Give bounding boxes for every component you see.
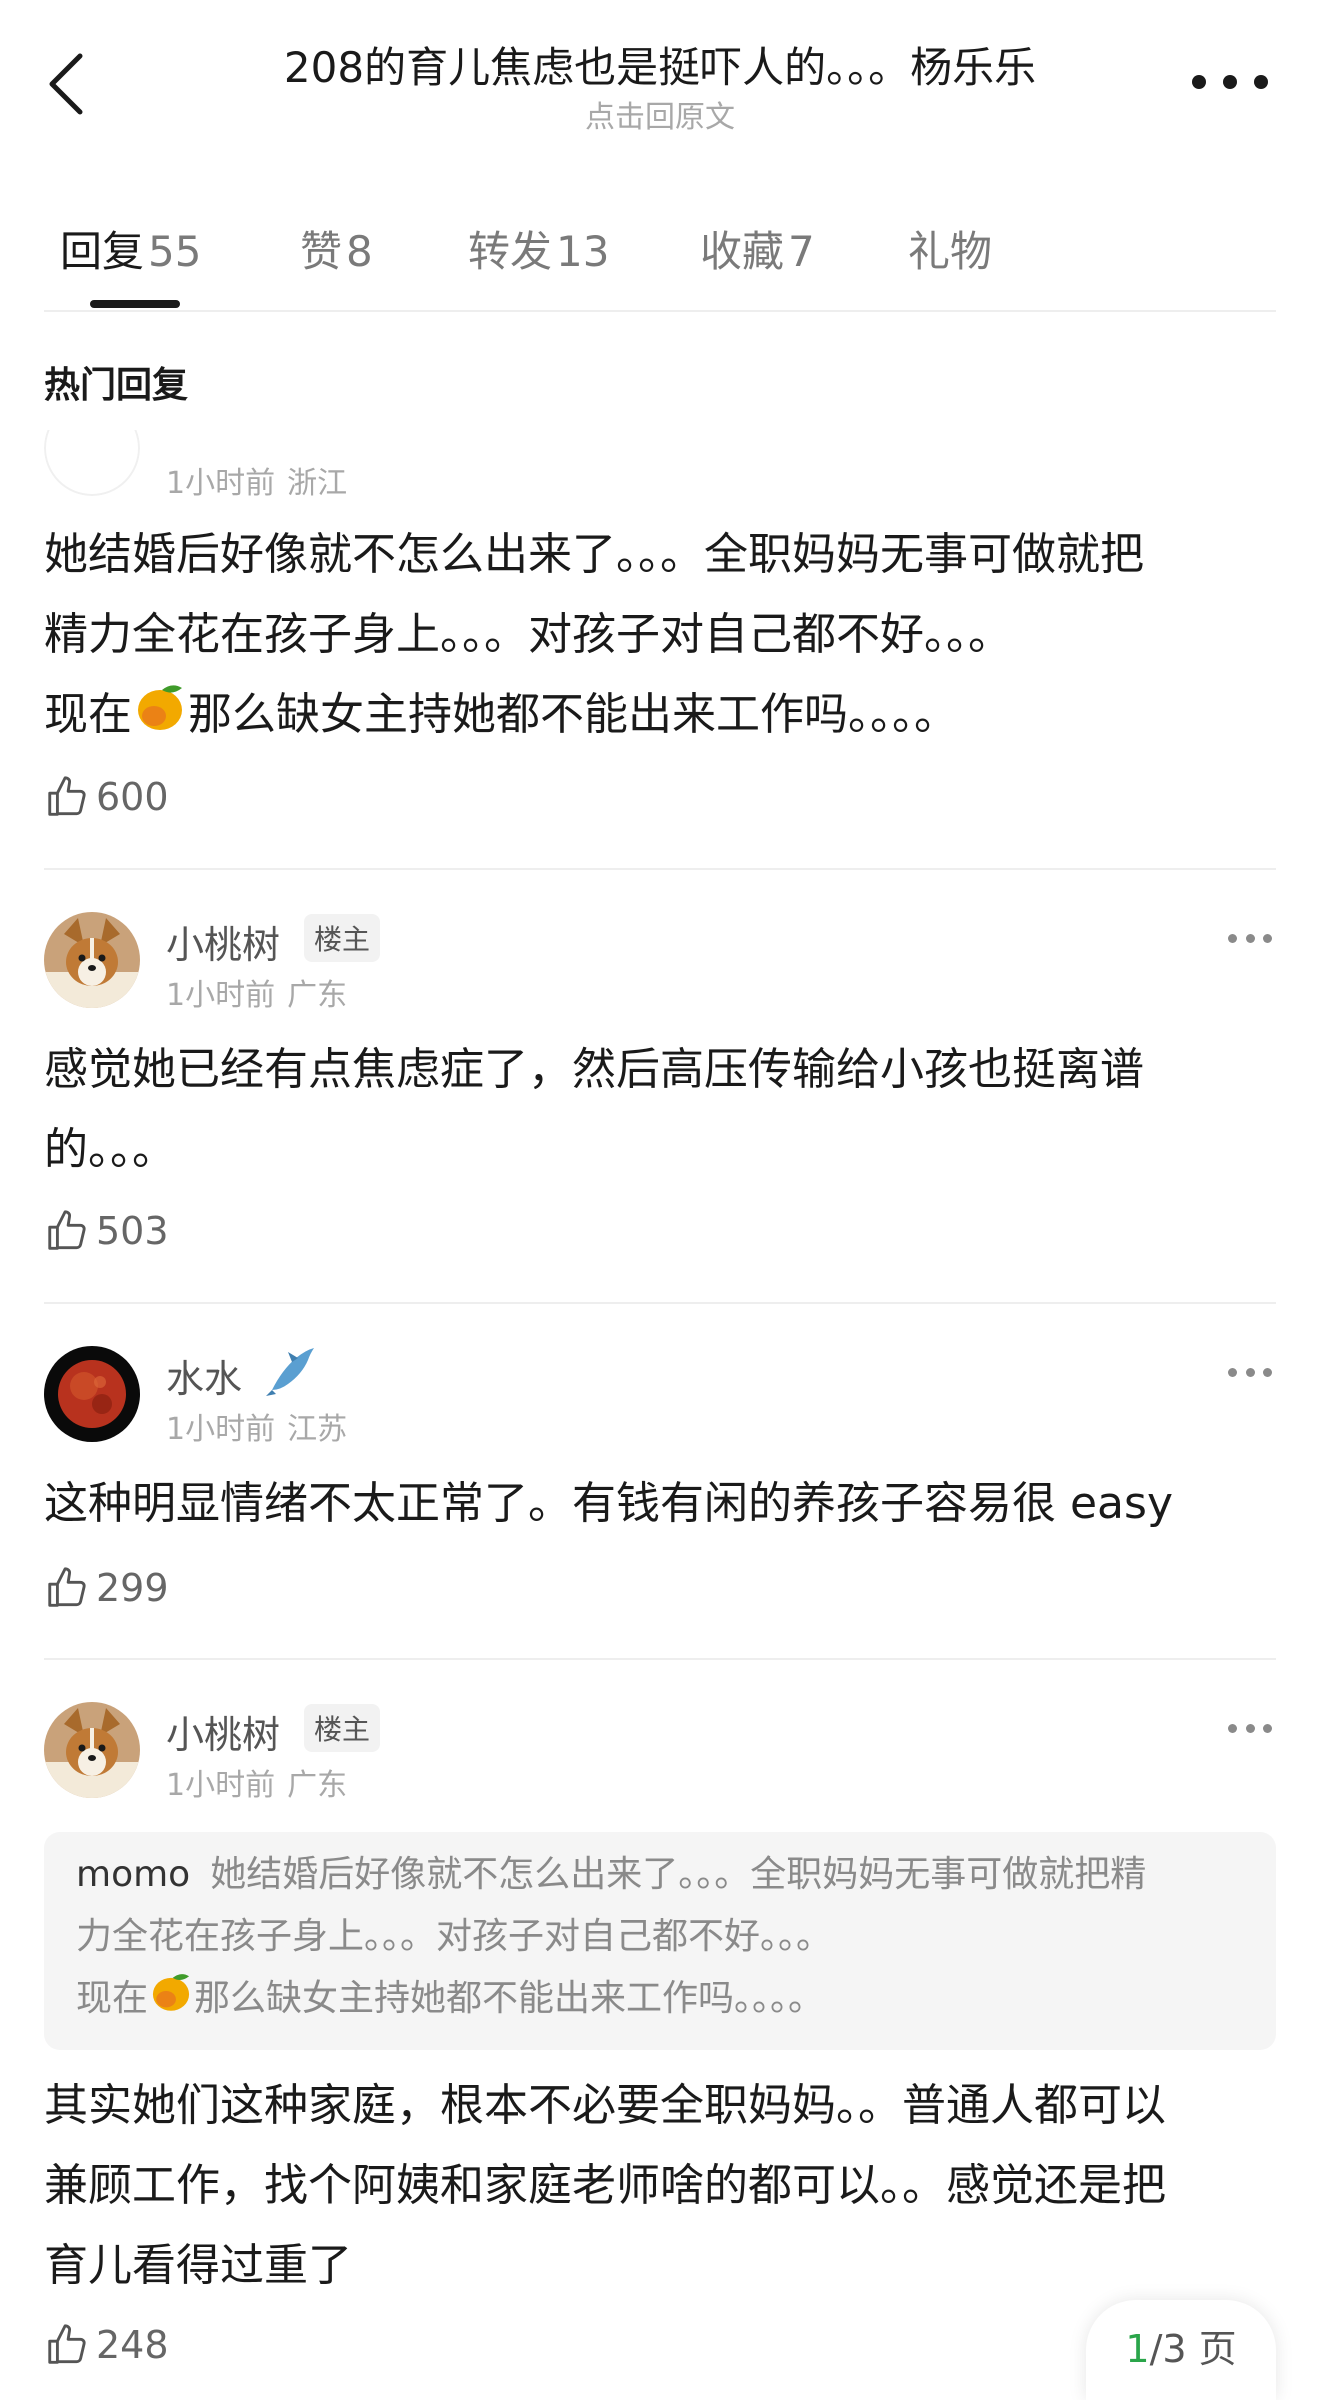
- tab-bar: 回复55 赞8 转发13 收藏7 礼物: [0, 200, 1320, 310]
- comment-time: 1小时前: [166, 466, 276, 501]
- comment-body: 她结婚后好像就不怎么出来了。。。全职妈妈无事可做就把 精力全花在孩子身上。。。对…: [44, 515, 1284, 760]
- tab-reposts[interactable]: 转发13: [468, 218, 609, 279]
- comment-text-line: 现在: [44, 689, 132, 740]
- like-button[interactable]: 600: [44, 772, 169, 822]
- quoted-text-line: 现在: [76, 1978, 149, 2019]
- comment-time: 1小时前: [166, 978, 276, 1013]
- tab-label: 收藏: [700, 227, 785, 276]
- active-tab-indicator: [90, 300, 180, 308]
- tab-count: 13: [556, 227, 610, 276]
- tab-count: 8: [346, 227, 373, 276]
- comment-meta: 1小时前 浙江: [166, 458, 347, 502]
- tab-gifts[interactable]: 礼物: [908, 218, 992, 279]
- tab-label: 赞: [300, 227, 343, 276]
- tab-count: 7: [788, 227, 815, 276]
- comment-body: 感觉她已经有点焦虑症了，然后高压传输给小孩也挺离谱 的。。。: [44, 1044, 1144, 1175]
- comment-time: 1小时前: [166, 1412, 276, 1447]
- page-indicator[interactable]: 1/3 页: [1086, 2300, 1276, 2400]
- divider: [44, 310, 1276, 312]
- avatar[interactable]: [44, 1346, 140, 1442]
- thumbs-up-icon: [48, 2324, 86, 2364]
- tab-count: 55: [148, 227, 202, 276]
- divider: [44, 1302, 1276, 1304]
- comment-meta: 1小时前 广东: [166, 1760, 347, 1804]
- op-badge: 楼主: [304, 1704, 381, 1752]
- comment-meta: 1小时前 广东: [166, 970, 347, 1014]
- total-pages: /3 页: [1149, 2327, 1237, 2371]
- like-count: 600: [96, 775, 169, 819]
- comment-text-line: 精力全花在孩子身上。。。对孩子对自己都不好。。。: [44, 609, 1012, 660]
- tab-label: 回复: [60, 227, 145, 276]
- comment-text-line: 她结婚后好像就不怎么出来了。。。全职妈妈无事可做就把: [44, 529, 1144, 580]
- tab-likes[interactable]: 赞8: [300, 218, 373, 279]
- comment-location: 浙江: [287, 466, 348, 501]
- more-dots-icon[interactable]: [1192, 64, 1268, 100]
- top-bar: 208的育儿焦虑也是挺吓人的。。。杨乐乐 点击回原文: [0, 0, 1320, 150]
- comment-body: 其实她们这种家庭，根本不必要全职妈妈。。普通人都可以 兼顾工作，找个阿姨和家庭老…: [44, 2080, 1166, 2291]
- quoted-text-line: 力全花在孩子身上。。。对孩子对自己都不好。。。: [76, 1916, 833, 1957]
- comment-more-icon[interactable]: [1228, 928, 1272, 948]
- mango-emoji: [132, 678, 188, 760]
- like-button[interactable]: 503: [44, 1206, 169, 1256]
- tab-label: 礼物: [908, 227, 993, 276]
- mango-emoji: [148, 1968, 194, 2034]
- comment-location: 广东: [287, 978, 348, 1013]
- comment-text-line: 那么缺女主持她都不能出来工作吗。。。。: [188, 689, 958, 740]
- op-badge: 楼主: [304, 914, 381, 962]
- comment-more-icon[interactable]: [1228, 1718, 1272, 1738]
- avatar[interactable]: [44, 430, 140, 496]
- comment-location: 广东: [287, 1768, 348, 1803]
- divider: [44, 1658, 1276, 1660]
- like-count: 248: [96, 2323, 169, 2367]
- dolphin-icon: [262, 1340, 322, 1400]
- thumbs-up-icon: [48, 776, 86, 816]
- avatar[interactable]: [44, 912, 140, 1008]
- quoted-text: momo 她结婚后好像就不怎么出来了。。。全职妈妈无事可做就把精 力全花在孩子身上…: [76, 1844, 1246, 2034]
- thumbs-up-icon: [48, 1567, 86, 1607]
- back-arrow-icon[interactable]: [40, 48, 96, 120]
- quoted-text-line: 那么缺女主持她都不能出来工作吗。。。。: [194, 1978, 825, 2019]
- comment-username[interactable]: 小桃树: [166, 914, 280, 969]
- tab-label: 转发: [468, 227, 553, 276]
- divider: [44, 868, 1276, 870]
- quoted-reply[interactable]: momo 她结婚后好像就不怎么出来了。。。全职妈妈无事可做就把精 力全花在孩子身上…: [44, 1832, 1276, 2050]
- comment-time: 1小时前: [166, 1768, 276, 1803]
- section-title: 热门回复: [44, 365, 189, 406]
- quoted-text-line: 她结婚后好像就不怎么出来了。。。全职妈妈无事可做就把精: [210, 1854, 1147, 1895]
- thumbs-up-icon: [48, 1210, 86, 1250]
- back-to-original-link[interactable]: 点击回原文: [180, 92, 1140, 136]
- quoted-username: momo: [76, 1854, 191, 1895]
- avatar[interactable]: [44, 1702, 140, 1798]
- like-button[interactable]: 299: [44, 1563, 169, 1613]
- like-button[interactable]: 248: [44, 2320, 169, 2370]
- comment-username[interactable]: 小桃树: [166, 1704, 280, 1759]
- post-title: 208的育儿焦虑也是挺吓人的。。。杨乐乐: [283, 43, 1037, 92]
- like-count: 299: [96, 1566, 169, 1610]
- tab-replies[interactable]: 回复55: [60, 218, 201, 279]
- current-page: 1: [1125, 2327, 1150, 2371]
- comment-more-icon[interactable]: [1228, 1362, 1272, 1382]
- comment-location: 江苏: [287, 1412, 348, 1447]
- comment-username[interactable]: 水水: [166, 1348, 242, 1403]
- comment-meta: 1小时前 江苏: [166, 1404, 347, 1448]
- like-count: 503: [96, 1209, 169, 1253]
- comment-body: 这种明显情绪不太正常了。有钱有闲的养孩子容易很 easy: [44, 1478, 1173, 1529]
- tab-favorites[interactable]: 收藏7: [700, 218, 815, 279]
